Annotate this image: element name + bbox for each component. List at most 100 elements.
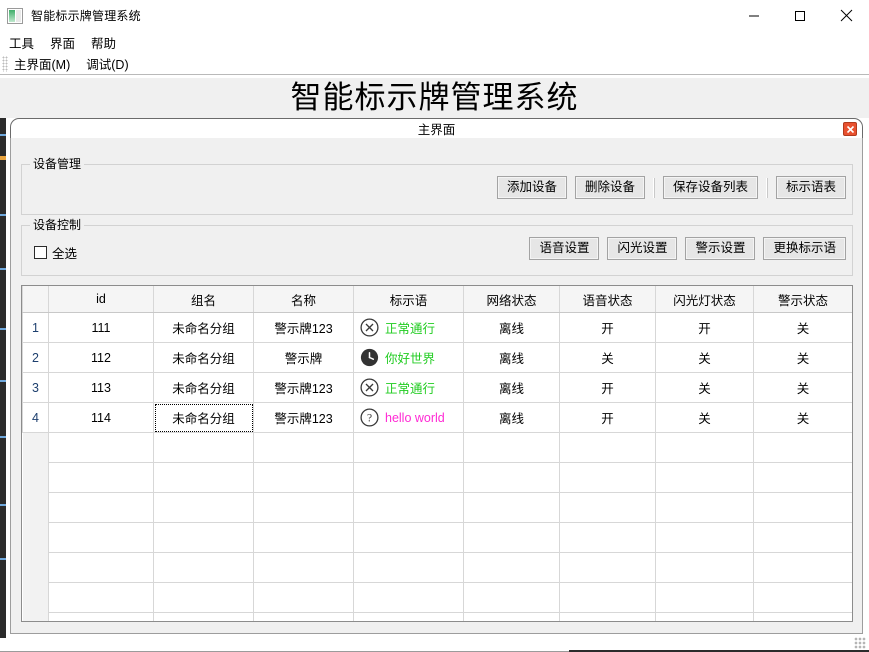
cell-empty bbox=[153, 462, 254, 493]
column-header-flash-status[interactable]: 闪光灯状态 bbox=[655, 286, 754, 313]
select-all-checkbox-row[interactable]: 全选 bbox=[34, 243, 77, 262]
cell-name[interactable]: 警示牌 bbox=[253, 342, 354, 373]
cell-empty bbox=[253, 492, 354, 523]
window-title: 智能标示牌管理系统 bbox=[31, 9, 141, 23]
device-manage-group: 设备管理 添加设备 删除设备 保存设备列表 标示语表 bbox=[21, 157, 853, 215]
cell-slogan[interactable]: ? hello world bbox=[353, 402, 464, 433]
row-number-empty bbox=[22, 582, 49, 613]
column-header-group[interactable]: 组名 bbox=[153, 286, 254, 313]
cell-group[interactable]: 未命名分组 bbox=[153, 372, 254, 403]
warning-settings-button[interactable]: 警示设置 bbox=[685, 237, 756, 260]
cell-warning-status[interactable]: 关 bbox=[753, 312, 852, 343]
tab-main-interface[interactable]: 主界面 bbox=[10, 118, 863, 138]
column-header-name[interactable]: 名称 bbox=[253, 286, 354, 313]
cell-id[interactable]: 112 bbox=[48, 342, 154, 373]
cell-network-status[interactable]: 离线 bbox=[463, 342, 560, 373]
cell-warning-status[interactable]: 关 bbox=[753, 342, 852, 373]
cell-flash-status[interactable]: 开 bbox=[655, 312, 754, 343]
cell-slogan[interactable]: 你好世界 bbox=[353, 342, 464, 373]
toolbar-item-debug[interactable]: 调试(D) bbox=[86, 54, 128, 73]
close-icon[interactable] bbox=[823, 0, 869, 31]
cell-warning-status[interactable]: 关 bbox=[753, 402, 852, 433]
select-all-label: 全选 bbox=[52, 247, 78, 261]
cell-warning-status[interactable]: 关 bbox=[753, 372, 852, 403]
delete-device-button[interactable]: 删除设备 bbox=[574, 176, 645, 199]
cell-slogan[interactable]: 正常通行 bbox=[353, 312, 464, 343]
menu-item-help[interactable]: 帮助 bbox=[91, 32, 125, 53]
cell-flash-status[interactable]: 关 bbox=[655, 402, 754, 433]
column-header-network-status[interactable]: 网络状态 bbox=[463, 286, 560, 313]
table-row[interactable]: 4 114 未命名分组 警示牌123? hello world 离线开关关 bbox=[22, 402, 852, 433]
cell-empty bbox=[353, 522, 464, 553]
cell-name[interactable]: 警示牌123 bbox=[253, 372, 354, 403]
window-controls bbox=[731, 0, 869, 31]
cell-empty bbox=[253, 462, 354, 493]
save-device-list-button[interactable]: 保存设备列表 bbox=[662, 176, 758, 199]
cell-group[interactable]: 未命名分组 bbox=[153, 402, 254, 433]
main-tab-panel: 主界面 设备管理 添加设备 删除设备 保存设备列表 标示语表 设备控制 全选 语… bbox=[10, 118, 863, 634]
cell-flash-status[interactable]: 关 bbox=[655, 372, 754, 403]
cell-voice-status[interactable]: 开 bbox=[559, 372, 656, 403]
minimize-icon[interactable] bbox=[731, 0, 777, 31]
cell-empty bbox=[753, 492, 852, 523]
cell-name[interactable]: 警示牌123 bbox=[253, 312, 354, 343]
cell-empty bbox=[153, 612, 254, 621]
cell-voice-status[interactable]: 开 bbox=[559, 312, 656, 343]
maximize-icon[interactable] bbox=[777, 0, 823, 31]
table-row[interactable]: 1 111 未命名分组 警示牌123 正常通行 离线开开关 bbox=[22, 312, 852, 343]
cell-empty bbox=[655, 432, 754, 463]
cell-name[interactable]: 警示牌123 bbox=[253, 402, 354, 433]
cell-empty bbox=[353, 582, 464, 613]
toolbar-drag-handle[interactable] bbox=[2, 55, 8, 72]
cell-id[interactable]: 114 bbox=[48, 402, 154, 433]
table-header-row: id 组名 名称 标示语 网络状态 语音状态 闪光灯状态 警示状态 bbox=[22, 286, 852, 313]
cell-id[interactable]: 111 bbox=[48, 312, 154, 343]
tab-close-icon[interactable] bbox=[843, 122, 857, 136]
page-title: 智能标示牌管理系统 bbox=[0, 78, 869, 118]
cell-empty bbox=[153, 552, 254, 583]
cell-network-status[interactable]: 离线 bbox=[463, 372, 560, 403]
cell-empty bbox=[463, 552, 560, 583]
menu-item-interface[interactable]: 界面 bbox=[50, 32, 84, 53]
row-number[interactable]: 4 bbox=[22, 402, 49, 433]
cell-empty bbox=[753, 612, 852, 621]
cell-empty bbox=[153, 492, 254, 523]
left-edge-strip bbox=[0, 118, 6, 638]
change-slogan-button[interactable]: 更换标示语 bbox=[763, 237, 846, 260]
table-empty-row bbox=[22, 492, 852, 523]
flash-settings-button[interactable]: 闪光设置 bbox=[607, 237, 678, 260]
add-device-button[interactable]: 添加设备 bbox=[496, 176, 567, 199]
cell-empty bbox=[753, 462, 852, 493]
cell-network-status[interactable]: 离线 bbox=[463, 312, 560, 343]
cell-flash-status[interactable]: 关 bbox=[655, 342, 754, 373]
row-number[interactable]: 3 bbox=[22, 372, 49, 403]
column-header-slogan[interactable]: 标示语 bbox=[353, 286, 464, 313]
resize-grip[interactable] bbox=[854, 637, 866, 649]
column-header-warning-status[interactable]: 警示状态 bbox=[753, 286, 852, 313]
cell-group[interactable]: 未命名分组 bbox=[153, 342, 254, 373]
cell-id[interactable]: 113 bbox=[48, 372, 154, 403]
cell-slogan[interactable]: 正常通行 bbox=[353, 372, 464, 403]
cell-empty bbox=[253, 432, 354, 463]
row-number[interactable]: 2 bbox=[22, 342, 49, 373]
table-row[interactable]: 2 112 未命名分组 警示牌 你好世界 离线关关关 bbox=[22, 342, 852, 373]
cell-empty bbox=[655, 522, 754, 553]
device-table[interactable]: id 组名 名称 标示语 网络状态 语音状态 闪光灯状态 警示状态 1 111 未命… bbox=[21, 285, 853, 622]
cell-network-status[interactable]: 离线 bbox=[463, 402, 560, 433]
row-number-empty bbox=[22, 612, 49, 621]
slogan-table-button[interactable]: 标示语表 bbox=[775, 176, 846, 199]
table-row[interactable]: 3 113 未命名分组 警示牌123 正常通行 离线开关关 bbox=[22, 372, 852, 403]
cell-voice-status[interactable]: 开 bbox=[559, 402, 656, 433]
column-header-id[interactable]: id bbox=[48, 286, 154, 313]
cell-empty bbox=[48, 522, 154, 553]
voice-settings-button[interactable]: 语音设置 bbox=[529, 237, 600, 260]
row-number-empty bbox=[22, 522, 49, 553]
column-header-voice-status[interactable]: 语音状态 bbox=[559, 286, 656, 313]
row-number[interactable]: 1 bbox=[22, 312, 49, 343]
select-all-checkbox[interactable] bbox=[34, 246, 47, 259]
cell-voice-status[interactable]: 关 bbox=[559, 342, 656, 373]
toolbar-item-main[interactable]: 主界面(M) bbox=[14, 54, 70, 73]
cell-empty bbox=[48, 552, 154, 583]
menu-item-tools[interactable]: 工具 bbox=[9, 32, 43, 53]
cell-group[interactable]: 未命名分组 bbox=[153, 312, 254, 343]
